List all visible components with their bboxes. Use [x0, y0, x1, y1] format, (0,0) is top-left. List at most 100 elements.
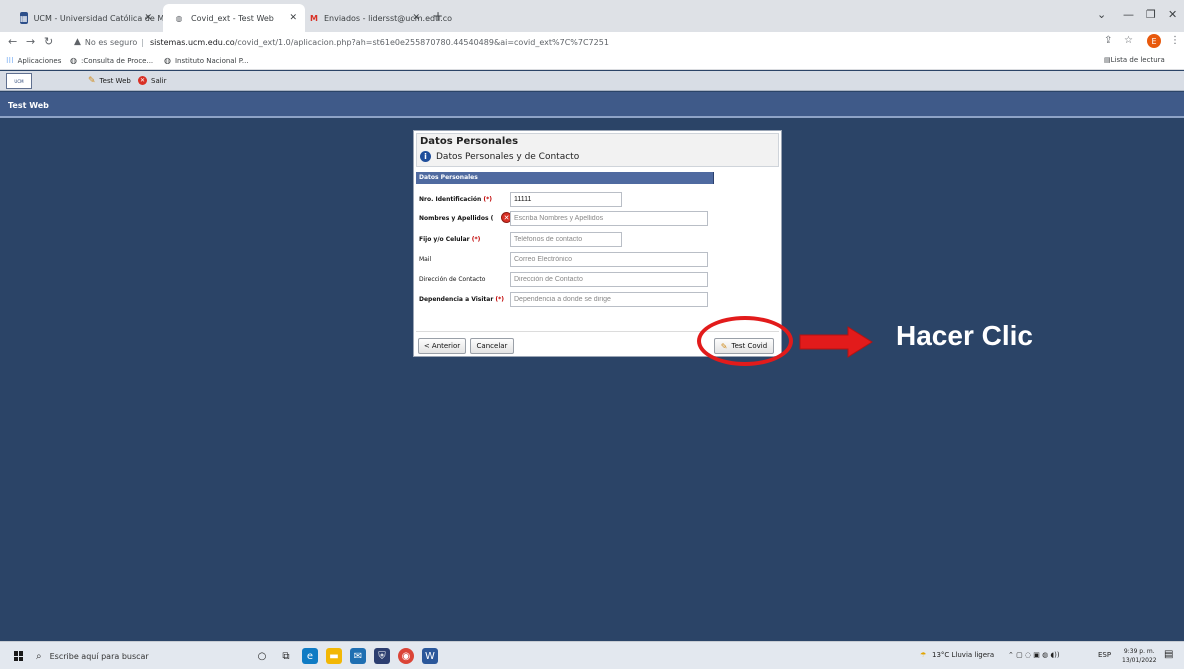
restore-icon[interactable]: ❐ [1146, 8, 1156, 21]
anterior-button[interactable]: < Anterior [418, 338, 466, 354]
university-logo: UCM [6, 73, 32, 89]
task-view-icon[interactable]: ⧉ [278, 648, 294, 664]
share-icon[interactable]: ⇪ [1104, 35, 1112, 46]
search-placeholder: Escribe aquí para buscar [49, 651, 149, 661]
mail-input[interactable] [510, 252, 708, 267]
menu-label: Test Web [99, 77, 131, 85]
menu-label: Salir [151, 76, 167, 85]
close-tab-icon[interactable]: ✕ [412, 13, 420, 23]
apps-grid-icon: ⁝⁝⁝ [6, 56, 14, 65]
bookmark-label: Aplicaciones [17, 56, 62, 65]
direccion-input[interactable] [510, 272, 708, 287]
telefono-input[interactable] [510, 232, 622, 247]
language-indicator[interactable]: ESP [1098, 651, 1111, 659]
app-title-bar: Test Web [0, 92, 1184, 118]
field-label: Mail [419, 256, 432, 263]
field-label: Dependencia a Visitar (*) [419, 296, 505, 303]
form-subtitle-text: Datos Personales y de Contacto [436, 151, 580, 162]
close-tab-icon[interactable]: ✕ [144, 13, 152, 23]
bookmark-instituto[interactable]: ◍ Instituto Nacional P... [164, 56, 249, 65]
warning-icon: ▲ [74, 37, 81, 47]
windows-start-icon[interactable] [14, 651, 24, 661]
minimize-icon[interactable]: — [1123, 8, 1134, 21]
cancelar-button[interactable]: Cancelar [470, 338, 514, 354]
identificacion-input[interactable] [510, 192, 622, 207]
field-nombres: Nombres y Apellidos ( ✕ [419, 211, 779, 227]
field-mail: Mail [419, 252, 779, 268]
menu-item-salir[interactable]: ✕ Salir [138, 76, 167, 85]
bookmark-label: Instituto Nacional P... [174, 56, 249, 65]
form-header: Datos Personales i Datos Personales y de… [416, 133, 779, 167]
star-icon[interactable]: ☆ [1124, 35, 1133, 46]
bookmarks-bar: ⁝⁝⁝ Aplicaciones ◍ :Consulta de Proce...… [0, 52, 1184, 70]
form-subtitle: i Datos Personales y de Contacto [420, 151, 579, 162]
cortana-icon[interactable]: ○ [254, 648, 270, 664]
mail-icon[interactable]: ✉ [350, 648, 366, 664]
globe-icon: ◍ [175, 13, 183, 23]
pencil-icon: ✎ [88, 76, 96, 86]
field-label: Dirección de Contacto [419, 276, 486, 283]
chrome-icon[interactable]: ◉ [398, 648, 414, 664]
weather-icon: ☂ [920, 651, 927, 659]
field-direccion: Dirección de Contacto [419, 272, 779, 288]
profile-avatar[interactable]: E [1147, 34, 1161, 48]
new-tab-button[interactable]: + [433, 9, 443, 23]
gmail-icon: M [310, 13, 318, 23]
close-tab-icon[interactable]: ✕ [289, 13, 297, 23]
section-header: Datos Personales [416, 172, 714, 184]
tab-covid-ext[interactable]: ◍ Covid_ext - Test Web ✕ [163, 4, 305, 32]
field-dependencia: Dependencia a Visitar (*) [419, 292, 779, 308]
reading-list-label: Lista de lectura [1110, 56, 1165, 64]
highlight-ring [697, 316, 793, 366]
security-label: No es seguro [84, 37, 138, 47]
field-label: Nombres y Apellidos ( [419, 215, 494, 222]
address-separator: | [141, 37, 144, 47]
address-bar[interactable]: ▲ No es seguro | sistemas.ucm.edu.co /co… [74, 34, 1084, 50]
form-title: Datos Personales [420, 136, 519, 147]
taskbar: ⌕ Escribe aquí para buscar ○ ⧉ e ▬ ✉ ⛨ ◉… [0, 641, 1184, 669]
bookmark-consulta[interactable]: ◍ :Consulta de Proce... [70, 56, 153, 65]
tab-gmail[interactable]: M Enviados - lidersst@ucm.edu.co ✕ [300, 4, 452, 32]
clock[interactable]: 9:39 p. m. 13/01/2022 [1122, 647, 1157, 665]
arrow-right-icon [799, 326, 873, 358]
menu-icon[interactable]: ⋮ [1170, 35, 1180, 46]
reading-list-icon: ▤ [1104, 56, 1111, 64]
tab-search-icon[interactable]: ⌄ [1097, 8, 1106, 21]
clock-date: 13/01/2022 [1122, 657, 1157, 664]
exit-icon: ✕ [138, 76, 147, 85]
dependencia-input[interactable] [510, 292, 708, 307]
bookmark-label: :Consulta de Proce... [80, 56, 154, 65]
reload-icon[interactable]: ↻ [44, 35, 53, 48]
shield-icon[interactable]: ⛨ [374, 648, 390, 664]
nombres-input[interactable] [510, 211, 708, 226]
menu-item-test-web[interactable]: ✎ Test Web [88, 76, 131, 86]
close-window-icon[interactable]: ✕ [1168, 8, 1177, 21]
field-label: Fijo y/o Celular (*) [419, 236, 481, 243]
tray-icons[interactable]: ⌃ ▢ ◌ ▣ ◍ ◖)) [1008, 651, 1060, 659]
forward-icon[interactable]: → [26, 35, 35, 48]
field-identificacion: Nro. Identificación (*) [419, 192, 779, 208]
info-icon: i [420, 151, 431, 162]
field-telefono: Fijo y/o Celular (*) [419, 232, 779, 248]
browser-toolbar: ← → ↻ ▲ No es seguro | sistemas.ucm.edu.… [0, 32, 1184, 52]
reading-list[interactable]: ▤ Lista de lectura [1104, 56, 1165, 64]
annotation-text: Hacer Clic [896, 320, 1033, 351]
word-icon[interactable]: W [422, 648, 438, 664]
section-title: Datos Personales [419, 174, 478, 181]
page-title: Test Web [8, 101, 49, 110]
app-menu-bar: UCM ✎ Test Web ✕ Salir [0, 71, 1184, 91]
ucm-favicon-icon: ▦ [20, 12, 28, 24]
field-label: Nro. Identificación (*) [419, 196, 493, 203]
back-icon[interactable]: ← [8, 35, 17, 48]
weather-text[interactable]: 13°C Lluvia ligera [932, 651, 994, 659]
bookmark-apps[interactable]: ⁝⁝⁝ Aplicaciones [6, 56, 61, 65]
search-icon: ⌕ [36, 650, 42, 662]
edge-icon[interactable]: e [302, 648, 318, 664]
file-explorer-icon[interactable]: ▬ [326, 648, 342, 664]
tab-label: Covid_ext - Test Web [191, 13, 274, 23]
notifications-icon[interactable]: ▤ [1164, 649, 1173, 660]
globe-icon: ◍ [164, 56, 171, 65]
globe-icon: ◍ [70, 56, 77, 65]
tab-ucm[interactable]: ▦ UCM - Universidad Católica de M ✕ [10, 4, 164, 32]
taskbar-search[interactable]: ⌕ Escribe aquí para buscar [36, 646, 246, 666]
